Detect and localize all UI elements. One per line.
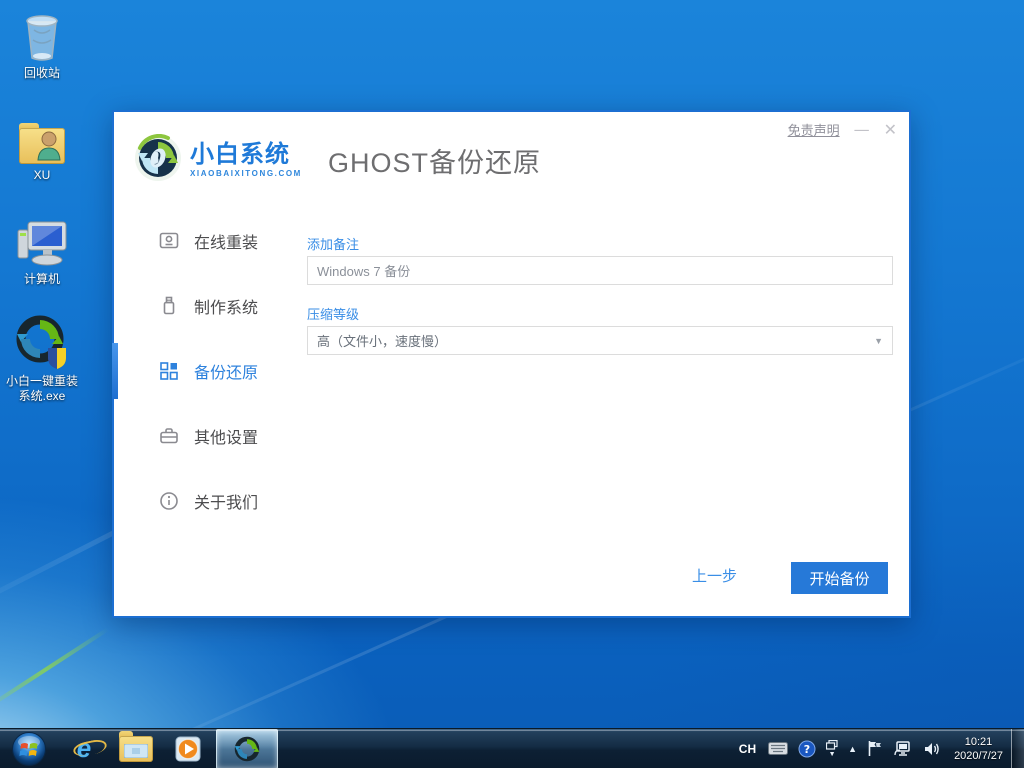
desktop-icon-label: 计算机	[23, 272, 60, 286]
sidebar-item-other-settings[interactable]: 其他设置	[114, 403, 307, 468]
ime-help-icon[interactable]: ?	[793, 729, 821, 768]
sidebar-item-backup-restore[interactable]: 备份还原	[112, 338, 307, 403]
compression-dropdown[interactable]: 高（文件小，速度慢） ▼	[307, 326, 893, 355]
desktop-icon-recycle-bin[interactable]: 回收站	[0, 10, 84, 81]
sidebar-item-label: 在线重装	[194, 234, 259, 252]
green-light-beam	[0, 627, 109, 713]
online-reinstall-icon	[158, 231, 180, 251]
taskbar-xiaobai-app[interactable]	[216, 728, 278, 768]
brand-domain: XIAOBAIXITONG.COM	[190, 169, 302, 178]
network-icon[interactable]	[888, 729, 918, 768]
clock-time: 10:21	[964, 735, 993, 748]
windows-start-orb-icon	[12, 731, 46, 766]
action-center-flag-icon[interactable]	[862, 729, 888, 768]
taskbar-media-player[interactable]	[162, 729, 214, 768]
window-header: 小白系统 XIAOBAIXITONG.COM GHOST备份还原	[114, 112, 909, 208]
taskbar-clock[interactable]: 10:21 2020/7/27	[946, 735, 1011, 763]
back-button[interactable]: 上一步	[692, 565, 737, 586]
note-input[interactable]	[307, 256, 893, 285]
ime-toolbar-icon[interactable]: ▼	[821, 729, 843, 768]
active-indicator	[112, 343, 118, 399]
internet-explorer-icon: e	[76, 733, 92, 763]
desktop-icon-label: 回收站	[23, 66, 60, 80]
show-desktop-button[interactable]	[1011, 728, 1024, 768]
desktop-icon-label: 小白一键重装 系统.exe	[5, 374, 78, 403]
sidebar-item-label: 制作系统	[194, 299, 259, 317]
svg-text:?: ?	[804, 743, 810, 756]
desktop-icon-label: XU	[33, 168, 51, 182]
compression-label: 压缩等级	[307, 307, 360, 322]
desktop-icon-xiaobai-exe[interactable]: 小白一键重装 系统.exe	[0, 315, 84, 404]
taskbar: e CH ? ▼ ▲ 10:21 2020/7/27	[0, 728, 1024, 768]
volume-icon[interactable]	[918, 729, 946, 768]
start-backup-button[interactable]: 开始备份	[791, 562, 888, 594]
brand-name: 小白系统	[190, 141, 290, 168]
other-settings-icon	[158, 426, 180, 446]
brand-block: 小白系统 XIAOBAIXITONG.COM	[190, 141, 302, 179]
desktop-icon-user-folder[interactable]: XU	[0, 112, 84, 183]
hidden-icons-button[interactable]: ▲	[843, 729, 862, 768]
system-tray: CH ? ▼ ▲ 10:21 2020/7/27	[732, 728, 1024, 768]
taskbar-internet-explorer[interactable]: e	[58, 729, 110, 768]
explorer-folder-icon	[119, 730, 153, 762]
page-title: GHOST备份还原	[327, 147, 541, 178]
backup-form: 添加备注 压缩等级 高（文件小，速度慢） ▼ 上一步 开始备份	[307, 208, 909, 616]
user-folder-icon	[0, 112, 84, 164]
sidebar-item-label: 备份还原	[194, 364, 259, 382]
taskbar-windows-explorer[interactable]	[110, 729, 162, 768]
note-label: 添加备注	[307, 237, 360, 252]
keyboard-icon[interactable]	[763, 729, 793, 768]
sidebar-item-label: 其他设置	[194, 429, 259, 447]
xiaobai-exe-icon	[0, 315, 84, 370]
sidebar-item-about-us[interactable]: 关于我们	[114, 468, 307, 533]
computer-icon	[0, 216, 84, 268]
sidebar-item-online-reinstall[interactable]: 在线重装	[114, 208, 307, 273]
ime-caret: ▼	[828, 750, 836, 758]
chevron-down-icon: ▼	[874, 335, 883, 346]
desktop: 回收站 XU 计算机 小白一键重装 系统.exe 免责声明 — ✕ 小白系统 X…	[0, 0, 1024, 768]
xiaobai-logo-icon	[134, 133, 182, 187]
usb-make-icon	[158, 296, 180, 316]
sidebar-item-make-system[interactable]: 制作系统	[114, 273, 307, 338]
compression-value: 高（文件小，速度慢）	[317, 334, 448, 349]
recycle-bin-icon	[0, 10, 84, 62]
desktop-icon-computer[interactable]: 计算机	[0, 216, 84, 287]
clock-date: 2020/7/27	[954, 749, 1003, 762]
start-button[interactable]	[0, 729, 58, 768]
media-player-icon	[175, 736, 201, 761]
sidebar-item-label: 关于我们	[194, 494, 259, 512]
language-indicator[interactable]: CH	[732, 729, 763, 768]
about-us-icon	[158, 491, 180, 511]
backup-restore-icon	[158, 361, 180, 381]
xiaobai-app-window: 免责声明 — ✕ 小白系统 XIAOBAIXITONG.COM GHOST备份还…	[112, 110, 911, 618]
xiaobai-app-icon	[234, 736, 260, 761]
sidebar: 在线重装 制作系统 备份还原 其他设置 关于我们	[112, 208, 307, 616]
